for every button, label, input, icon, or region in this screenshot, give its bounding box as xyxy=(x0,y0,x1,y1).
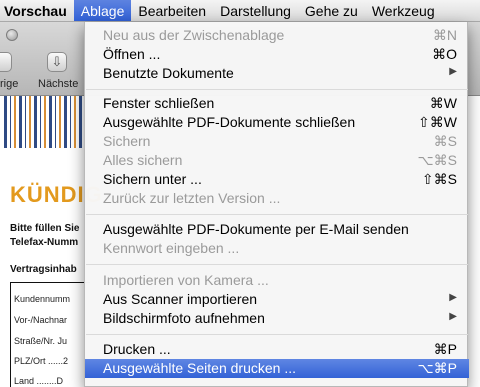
menubar-item-ablage[interactable]: Ablage xyxy=(73,0,132,21)
menu-item-pdf-schliessen[interactable]: Ausgewählte PDF-Dokumente schließen ⇧⌘W xyxy=(85,113,469,132)
menu-item-bildschirmfoto[interactable]: Bildschirmfoto aufnehmen ▶ xyxy=(85,309,469,328)
menu-item-drucken[interactable]: Drucken ... ⌘P xyxy=(85,340,469,359)
form-field-land: Land ........D xyxy=(14,376,64,386)
submenu-arrow-icon: ▶ xyxy=(449,311,457,322)
barcode-image xyxy=(4,96,84,148)
menu-separator xyxy=(86,264,468,265)
menu-separator xyxy=(86,334,468,335)
arrow-down-icon: ⇩ xyxy=(51,54,63,69)
menu-item-alles-sichern[interactable]: Alles sichern ⌥⌘S xyxy=(85,151,469,170)
menu-separator xyxy=(86,214,468,215)
document-intro-line1: Bitte füllen Sie xyxy=(10,223,80,234)
submenu-arrow-icon: ▶ xyxy=(449,66,457,77)
menu-item-kennwort-eingeben[interactable]: Kennwort eingeben ... xyxy=(85,239,469,258)
document-intro-line2: Telefax-Numm xyxy=(10,237,79,248)
shortcut-label: ⌘S xyxy=(433,133,457,149)
shortcut-label: ⇧⌘S xyxy=(421,171,457,187)
menu-item-oeffnen[interactable]: Öffnen ... ⌘O xyxy=(85,45,469,64)
previous-page-label: rige xyxy=(0,78,19,90)
shortcut-label: ⌘O xyxy=(432,46,457,62)
submenu-arrow-icon: ▶ xyxy=(449,292,457,303)
menu-item-scanner-importieren[interactable]: Aus Scanner importieren ▶ xyxy=(85,290,469,309)
menu-separator xyxy=(86,89,468,90)
menu-item-neu-aus-zwischenablage[interactable]: Neu aus der Zwischenablage ⌘N xyxy=(85,26,469,45)
next-page-button[interactable]: ⇩ xyxy=(47,52,67,72)
form-field-kundennummer: Kundennumm xyxy=(14,294,71,304)
shortcut-label: ⌘N xyxy=(432,27,457,43)
previous-page-button[interactable] xyxy=(0,52,12,72)
shortcut-label: ⇧⌘W xyxy=(418,114,457,130)
menu-item-seiten-drucken[interactable]: Ausgewählte Seiten drucken ... ⌥⌘P xyxy=(85,359,469,378)
menu-item-importieren-kamera[interactable]: Importieren von Kamera ... xyxy=(85,271,469,290)
form-field-plz-ort: PLZ/Ort ......2 xyxy=(14,356,69,366)
menu-item-zurueck-letzte-version[interactable]: Zurück zur letzten Version ... xyxy=(85,189,469,208)
menu-bar: Vorschau Ablage Bearbeiten Darstellung G… xyxy=(0,0,480,22)
shortcut-label: ⌘P xyxy=(433,341,457,357)
window-close-button[interactable] xyxy=(6,29,18,41)
document-intro: Bitte füllen Sie Telefax-Numm xyxy=(10,222,79,250)
menubar-item-bearbeiten[interactable]: Bearbeiten xyxy=(131,0,213,21)
shortcut-label: ⌘W xyxy=(429,95,457,111)
shortcut-label: ⌥⌘S xyxy=(417,152,457,168)
form-field-strasse: Straße/Nr. Ju xyxy=(14,336,68,346)
menu-item-pdf-per-email[interactable]: Ausgewählte PDF-Dokumente per E-Mail sen… xyxy=(85,220,469,239)
next-page-label: Nächste xyxy=(38,78,79,90)
form-field-name: Vor-/Nachnar xyxy=(14,315,68,325)
menu-item-benutzte-dokumente[interactable]: Benutzte Dokumente ▶ xyxy=(85,64,469,83)
document-section-title: Vertragsinhab xyxy=(10,264,77,275)
ablage-menu: Neu aus der Zwischenablage ⌘N Öffnen ...… xyxy=(84,22,469,387)
menu-item-sichern[interactable]: Sichern ⌘S xyxy=(85,132,469,151)
shortcut-label: ⌥⌘P xyxy=(417,360,457,376)
menubar-item-vorschau[interactable]: Vorschau xyxy=(0,0,74,21)
menu-item-sichern-unter[interactable]: Sichern unter ... ⇧⌘S xyxy=(85,170,469,189)
menubar-item-werkzeuge[interactable]: Werkzeug xyxy=(365,0,442,21)
menubar-item-darstellung[interactable]: Darstellung xyxy=(213,0,298,21)
menubar-item-gehe-zu[interactable]: Gehe zu xyxy=(298,0,365,21)
menu-item-fenster-schliessen[interactable]: Fenster schließen ⌘W xyxy=(85,94,469,113)
